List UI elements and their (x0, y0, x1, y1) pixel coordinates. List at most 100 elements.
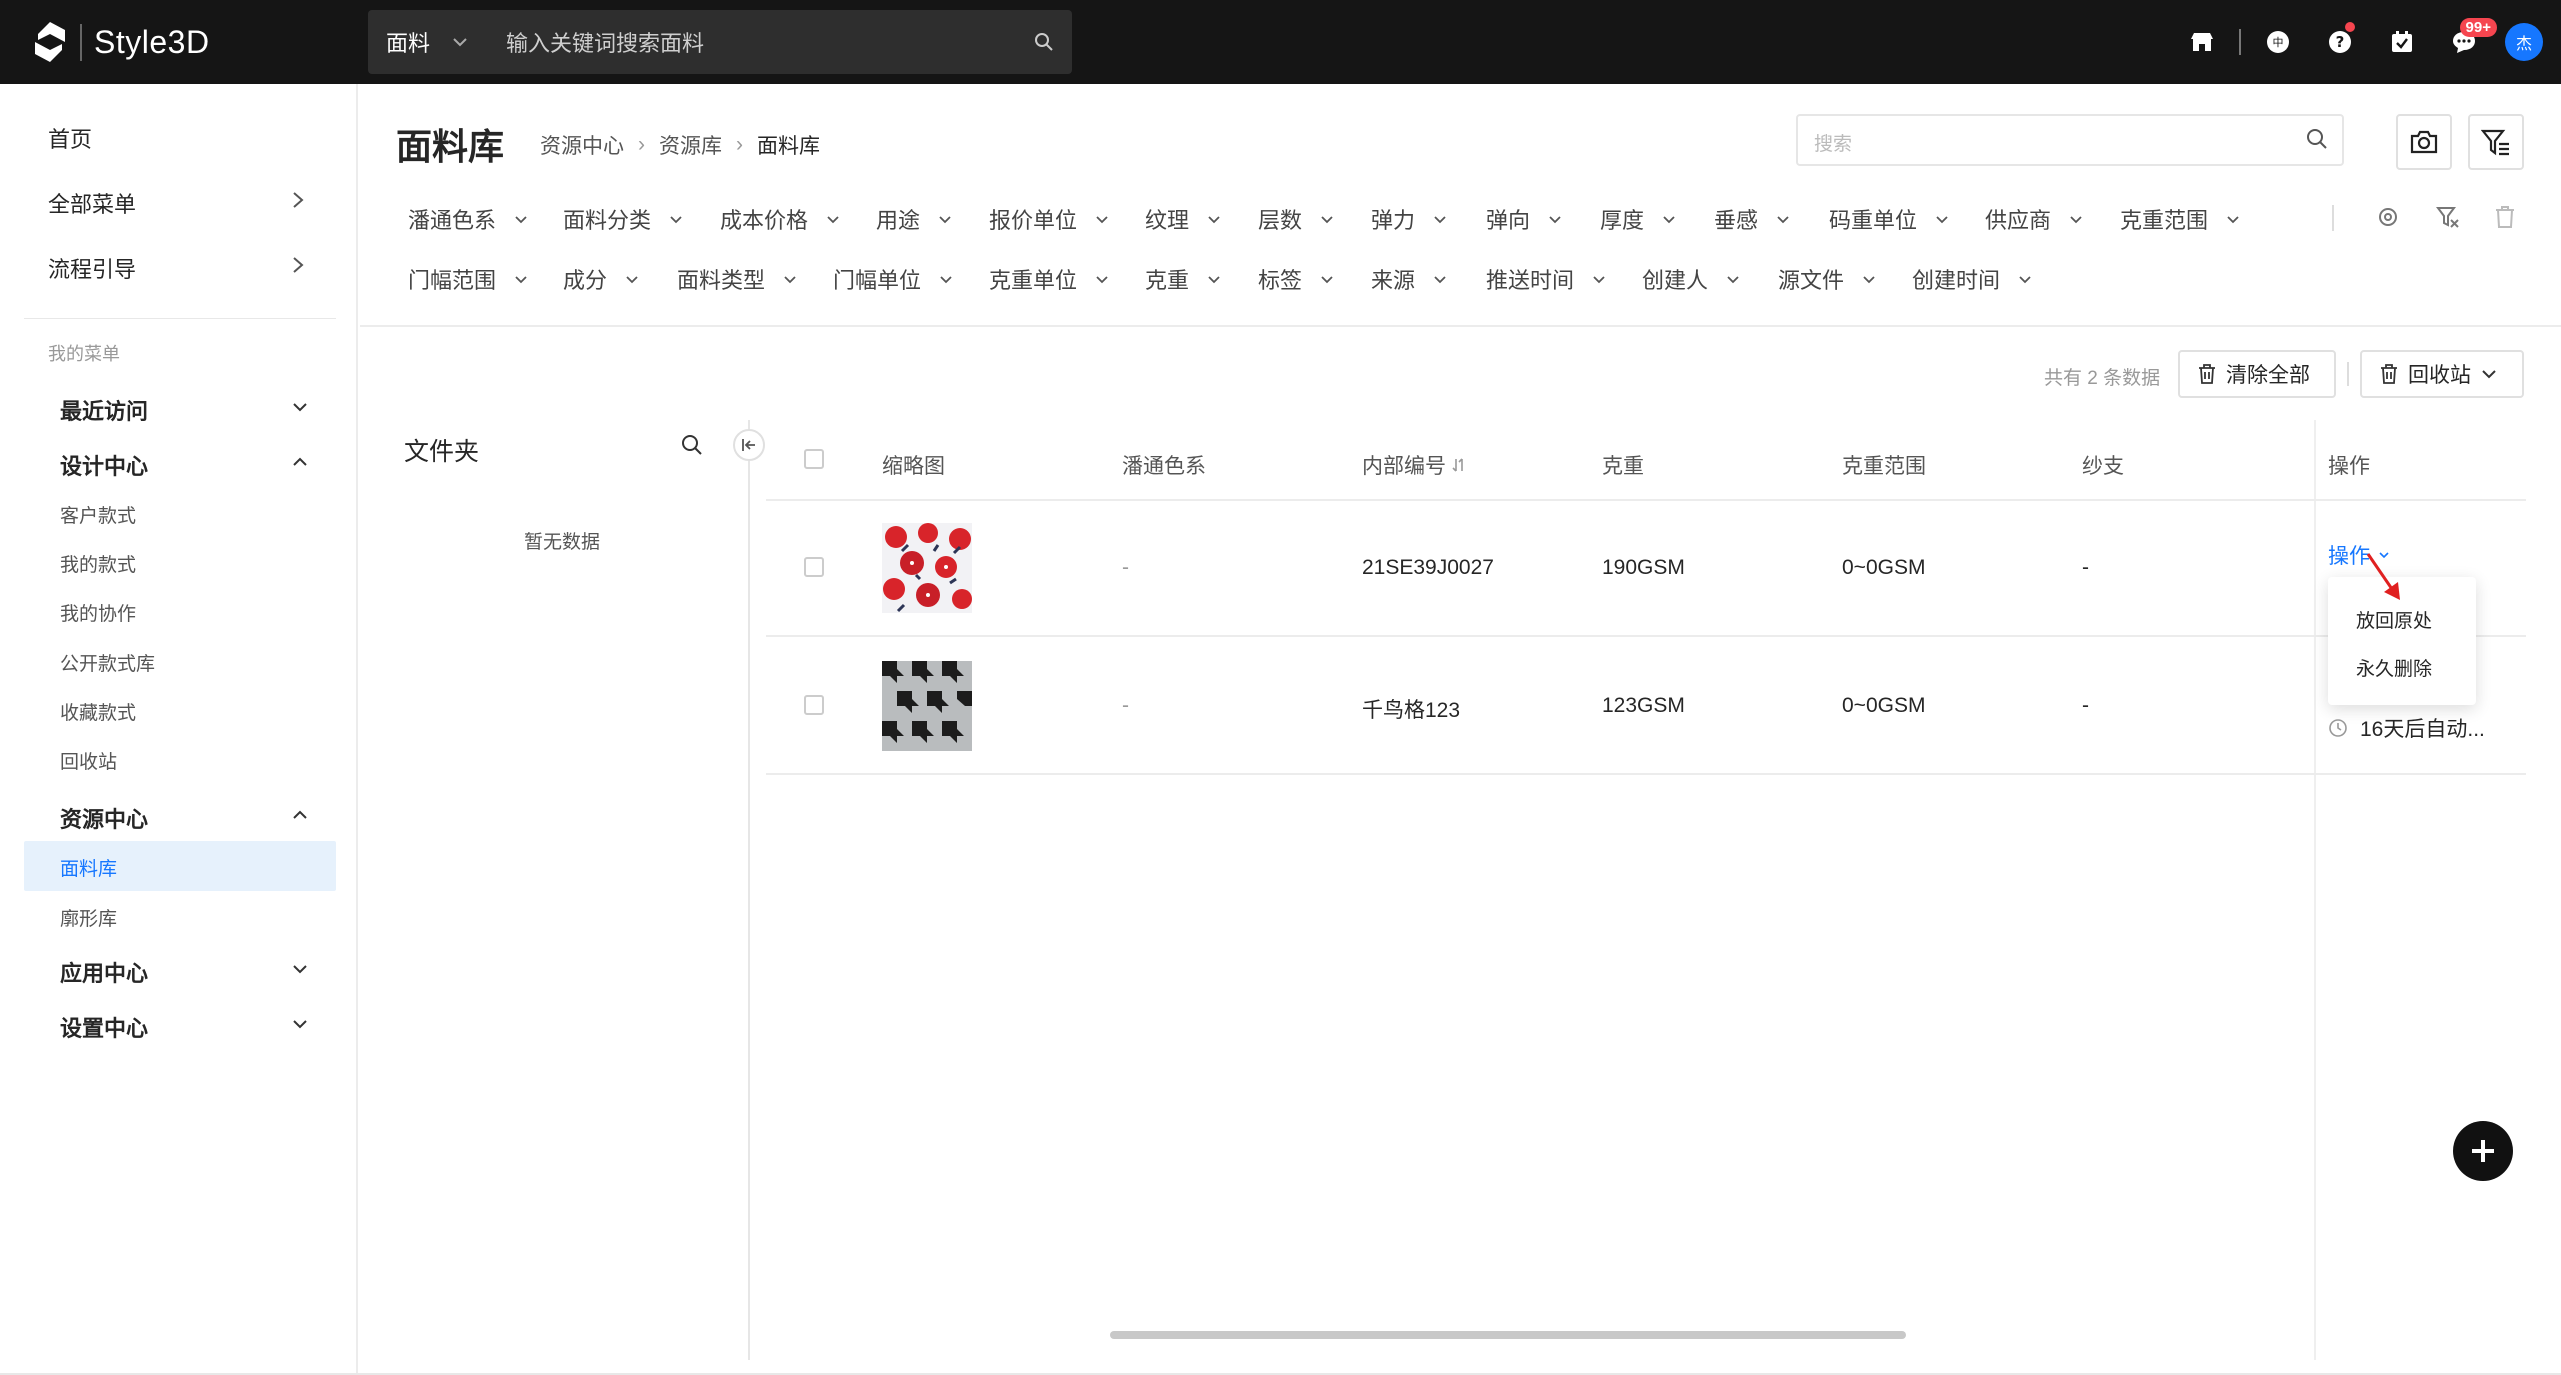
filter-icon (2481, 129, 2509, 156)
row1-filter-dropdown[interactable]: 潘通色系 (408, 203, 528, 235)
filter-label: 克重范围 (2120, 208, 2209, 233)
message-icon[interactable]: 99+ (2433, 0, 2497, 84)
sidebar-item-recycle[interactable]: 回收站 (60, 747, 117, 774)
row2-filter-dropdown[interactable]: 门幅单位 (833, 263, 953, 295)
search-category-select[interactable]: 面料 (368, 26, 496, 58)
store-icon[interactable] (2171, 0, 2233, 84)
global-search[interactable]: 面料 输入关键词搜索面料 (368, 10, 1072, 74)
row1-filter-dropdown[interactable]: 克重范围 (2120, 203, 2240, 235)
row1-filter-dropdown[interactable]: 报价单位 (989, 203, 1109, 235)
sort-icon[interactable] (1452, 457, 1466, 473)
collapse-panel-button[interactable] (733, 429, 765, 461)
sidebar-group-resource[interactable]: 资源中心 (60, 802, 148, 834)
sidebar-item-silhouette-library[interactable]: 廓形库 (60, 904, 117, 931)
chevron-down-icon[interactable] (292, 402, 308, 412)
row1-filter-dropdown[interactable]: 垂感 (1714, 203, 1790, 235)
chevron-down-icon (626, 275, 638, 283)
breadcrumb-item[interactable]: 资源中心 (540, 130, 624, 160)
sidebar-item-home[interactable]: 首页 (48, 122, 92, 154)
settings-icon[interactable] (2376, 205, 2400, 229)
menu-item-delete-permanently[interactable]: 永久删除 (2356, 654, 2432, 681)
breadcrumb-item[interactable]: 资源库 (659, 130, 722, 160)
fabric-search-input[interactable]: 搜索 (1796, 114, 2344, 166)
fabric-thumbnail-strawberry[interactable] (882, 523, 972, 613)
chevron-down-icon[interactable] (292, 1019, 308, 1029)
row1-filter-dropdown[interactable]: 用途 (876, 203, 952, 235)
filter-label: 成本价格 (720, 208, 809, 233)
row1-filter-dropdown[interactable]: 码重单位 (1829, 203, 1949, 235)
menu-item-restore[interactable]: 放回原处 (2356, 606, 2432, 633)
add-button[interactable] (2453, 1121, 2513, 1181)
chevron-up-icon[interactable] (292, 810, 308, 820)
sidebar-item-favorites[interactable]: 收藏款式 (60, 698, 136, 725)
sidebar-item-my-collab[interactable]: 我的协作 (60, 599, 136, 626)
row1-filter-dropdown[interactable]: 面料分类 (563, 203, 683, 235)
chevron-up-icon[interactable] (292, 457, 308, 467)
chevron-down-icon (1434, 215, 1446, 223)
advanced-filter-button[interactable] (2468, 114, 2524, 170)
sidebar-item-client-styles[interactable]: 客户款式 (60, 501, 136, 528)
select-all-checkbox[interactable] (804, 449, 824, 469)
chevron-down-icon[interactable] (292, 964, 308, 974)
fabric-thumbnail-houndstooth[interactable] (882, 661, 972, 751)
row1-filter-dropdown[interactable]: 供应商 (1985, 203, 2083, 235)
language-icon[interactable]: 中 (2247, 0, 2309, 84)
cell-weight: 190GSM (1602, 556, 1685, 579)
sidebar-item-my-styles[interactable]: 我的款式 (60, 550, 136, 577)
col-header-yarn: 纱支 (2082, 455, 2124, 478)
row-checkbox[interactable] (804, 557, 824, 577)
row-checkbox[interactable] (804, 695, 824, 715)
sidebar-item-all-menu[interactable]: 全部菜单 (48, 187, 136, 219)
row1-filter-dropdown[interactable]: 纹理 (1145, 203, 1221, 235)
row1-filter-dropdown[interactable]: 弹力 (1371, 203, 1447, 235)
row1-filter-dropdown[interactable]: 厚度 (1600, 203, 1676, 235)
search-icon[interactable] (2306, 128, 2328, 150)
page-title: 面料库 (396, 126, 505, 167)
clear-all-button[interactable]: 清除全部 (2178, 350, 2336, 398)
svg-text:?: ? (2336, 33, 2345, 51)
sidebar-item-flow-guide[interactable]: 流程引导 (48, 252, 136, 284)
row2-filter-dropdown[interactable]: 源文件 (1778, 263, 1876, 295)
row1-filter-dropdown[interactable]: 弹向 (1486, 203, 1562, 235)
recycle-bin-label: 回收站 (2408, 364, 2471, 387)
help-notification-dot (2345, 22, 2355, 32)
row2-filter-dropdown[interactable]: 门幅范围 (408, 263, 528, 295)
row1-filter-dropdown[interactable]: 层数 (1258, 203, 1334, 235)
row2-filter-dropdown[interactable]: 推送时间 (1486, 263, 1606, 295)
filter-label: 克重单位 (989, 268, 1078, 293)
row2-filter-dropdown[interactable]: 来源 (1371, 263, 1447, 295)
global-search-input[interactable]: 输入关键词搜索面料 (496, 26, 1016, 58)
filter-label: 用途 (876, 208, 921, 233)
table-header-divider (766, 499, 2526, 501)
folder-search-icon[interactable] (680, 433, 704, 457)
horizontal-scrollbar[interactable] (1110, 1331, 1906, 1339)
row2-filter-dropdown[interactable]: 创建时间 (1912, 263, 2032, 295)
row1-filter-dropdown[interactable]: 成本价格 (720, 203, 840, 235)
sidebar-item-public-styles[interactable]: 公开款式库 (60, 649, 155, 676)
row2-filter-dropdown[interactable]: 标签 (1258, 263, 1334, 295)
sidebar-group-recent[interactable]: 最近访问 (60, 394, 148, 426)
avatar[interactable]: 杰 (2505, 23, 2543, 61)
task-icon[interactable] (2371, 0, 2433, 84)
filter-label: 垂感 (1714, 208, 1759, 233)
clear-filter-icon[interactable] (2436, 205, 2460, 229)
col-header-code[interactable]: 内部编号 (1362, 450, 1466, 480)
row2-filter-dropdown[interactable]: 面料类型 (677, 263, 797, 295)
help-icon[interactable]: ? (2309, 0, 2371, 84)
sidebar-group-apps[interactable]: 应用中心 (60, 956, 148, 988)
chevron-down-icon (515, 275, 527, 283)
chevron-down-icon (1321, 275, 1333, 283)
sidebar-group-settings[interactable]: 设置中心 (60, 1011, 148, 1043)
row2-filter-dropdown[interactable]: 成分 (563, 263, 639, 295)
recycle-bin-button[interactable]: 回收站 (2360, 350, 2524, 398)
row2-filter-dropdown[interactable]: 克重单位 (989, 263, 1109, 295)
image-search-button[interactable] (2396, 114, 2452, 170)
sidebar-item-fabric-library[interactable]: 面料库 (60, 854, 117, 881)
delete-filter-icon[interactable] (2494, 205, 2516, 229)
row2-filter-dropdown[interactable]: 克重 (1145, 263, 1221, 295)
row2-filter-dropdown[interactable]: 创建人 (1642, 263, 1740, 295)
app-logo[interactable]: Style3D (32, 20, 210, 64)
search-icon[interactable] (1016, 32, 1072, 52)
filter-label: 厚度 (1600, 208, 1645, 233)
sidebar-group-design[interactable]: 设计中心 (60, 449, 148, 481)
